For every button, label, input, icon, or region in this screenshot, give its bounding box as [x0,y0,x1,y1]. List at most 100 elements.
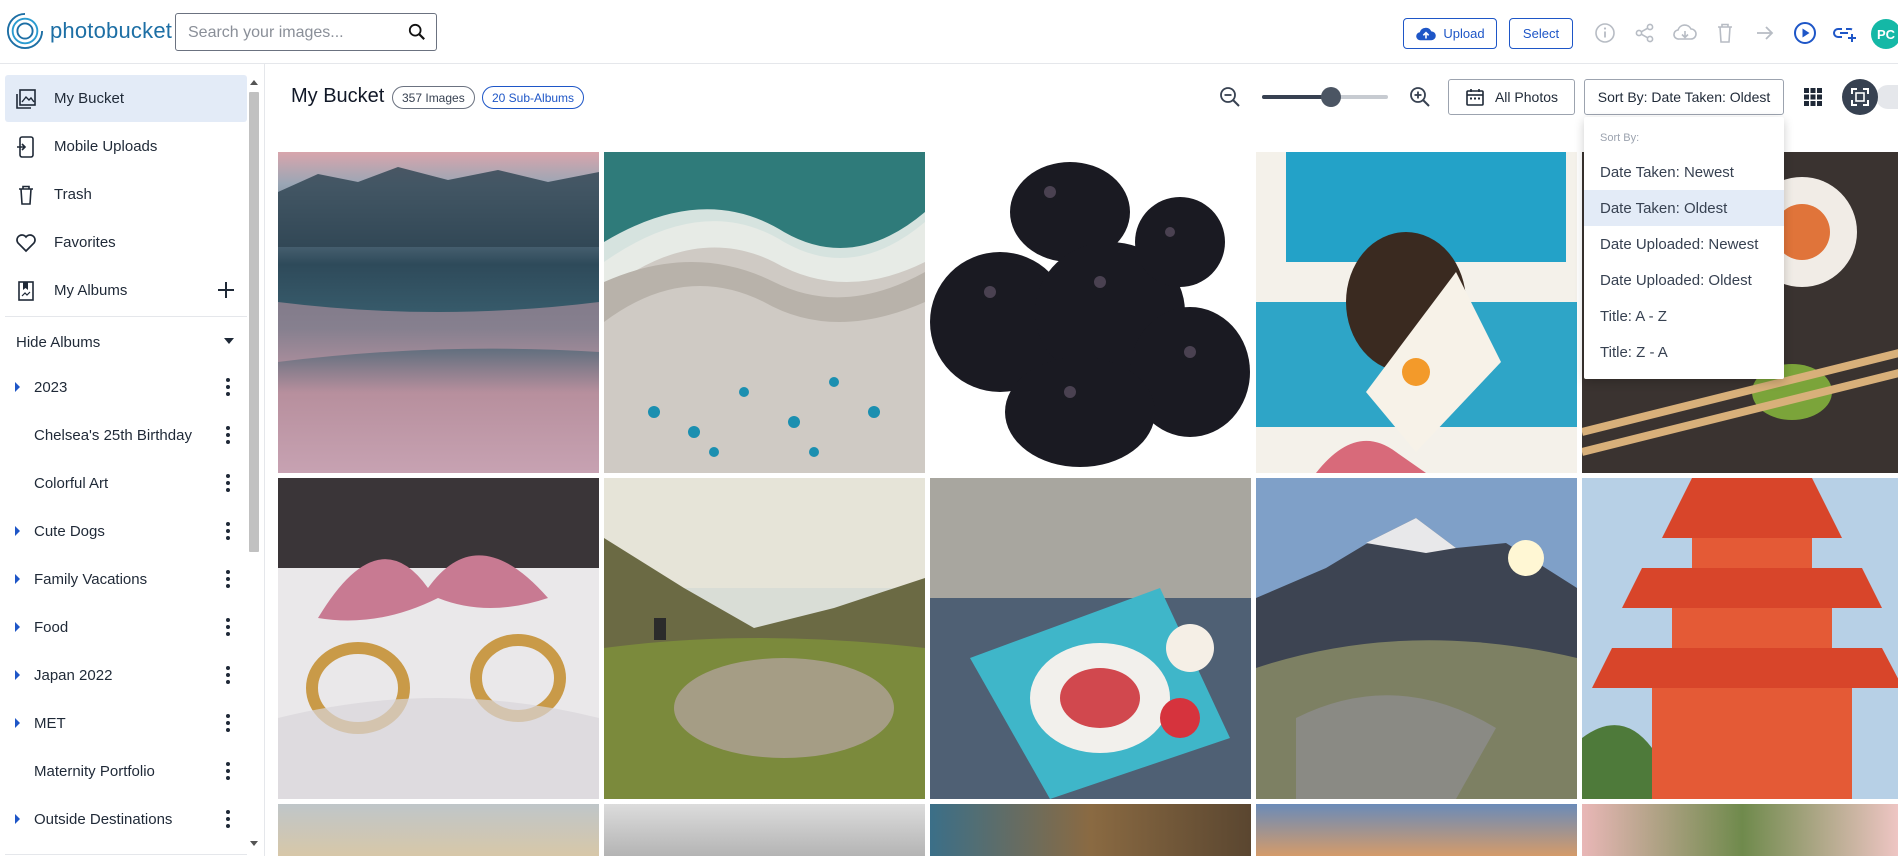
album-item-met[interactable]: MET [5,703,247,743]
more-options-icon[interactable] [224,425,232,445]
sort-option-date-uploaded-oldest[interactable]: Date Uploaded: Oldest [1584,262,1784,298]
sidebar-item-my-albums[interactable]: My Albums [5,267,247,314]
all-photos-label: All Photos [1494,89,1559,105]
photo-thumbnail[interactable] [1256,478,1577,799]
more-options-icon[interactable] [224,521,232,541]
calendar-icon [1466,89,1484,106]
sub-albums-badge[interactable]: 20 Sub-Albums [482,86,585,109]
album-name: Japan 2022 [34,666,113,684]
album-item-2023[interactable]: 2023 [5,367,247,407]
photo-thumbnail[interactable] [278,152,599,473]
expand-arrow-icon[interactable] [15,814,20,824]
album-item-food[interactable]: Food [5,607,247,647]
hide-albums-toggle[interactable]: Hide Albums [16,330,236,354]
album-item-outside-destinations[interactable]: Outside Destinations [5,799,247,839]
select-button[interactable]: Select [1509,18,1573,49]
heart-icon [14,231,38,255]
sort-option-title-z-a[interactable]: Title: Z - A [1584,334,1784,370]
album-name: Colorful Art [34,474,109,492]
more-options-icon[interactable] [224,473,232,493]
logo-text: photobucket [50,18,173,43]
photo-thumbnail[interactable] [604,804,925,856]
sidebar-scrollbar[interactable] [247,78,261,848]
more-options-icon[interactable] [224,665,232,685]
page-title: My Bucket [291,85,385,107]
search-input[interactable] [188,22,398,44]
sidebar-item-label: Mobile Uploads [54,138,158,155]
sidebar-divider [5,316,247,317]
expand-arrow-icon[interactable] [15,382,20,392]
more-options-icon[interactable] [224,617,232,637]
grid-view-icon[interactable] [1803,87,1823,107]
sort-button[interactable]: Sort By: Date Taken: Oldest [1584,79,1784,115]
sort-dropdown-header: Sort By: [1600,132,1640,144]
photo-thumbnail[interactable] [1256,804,1577,856]
expand-arrow-icon[interactable] [15,622,20,632]
sort-dropdown-menu: Sort By: Date Taken: Newest Date Taken: … [1584,117,1784,379]
share-icon[interactable] [1632,20,1658,46]
hide-albums-label: Hide Albums [16,333,101,351]
upload-button[interactable]: Upload [1403,18,1497,49]
album-name: Cute Dogs [34,522,105,540]
more-options-icon[interactable] [224,569,232,589]
sort-label: Sort By: Date Taken: Oldest [1597,89,1771,105]
photo-thumbnail[interactable] [1582,478,1898,799]
more-options-icon[interactable] [224,713,232,733]
cloud-download-icon[interactable] [1672,20,1698,46]
search-icon[interactable] [408,23,426,41]
sort-option-date-taken-oldest[interactable]: Date Taken: Oldest [1584,190,1784,226]
slideshow-play-icon[interactable] [1792,20,1818,46]
info-icon[interactable] [1592,20,1618,46]
cloud-upload-icon [1416,27,1437,40]
album-item-colorful-art[interactable]: Colorful Art [5,463,247,503]
arrow-right-icon[interactable] [1752,20,1778,46]
album-item-japan-2022[interactable]: Japan 2022 [5,655,247,695]
sidebar-item-label: My Bucket [54,90,125,107]
sidebar-item-my-bucket[interactable]: My Bucket [5,75,247,122]
photobucket-logo[interactable]: photobucket [6,12,172,50]
view-toggle[interactable] [1876,85,1898,109]
sidebar: My Bucket Mobile Uploads Trash Favorites… [0,64,265,856]
more-options-icon[interactable] [224,809,232,829]
sidebar-item-mobile-uploads[interactable]: Mobile Uploads [5,123,247,170]
sidebar-item-trash[interactable]: Trash [5,171,247,218]
scrollbar-thumb[interactable] [249,92,259,552]
expand-arrow-icon[interactable] [15,718,20,728]
album-item-family-vacations[interactable]: Family Vacations [5,559,247,599]
link-add-icon[interactable] [1832,20,1858,46]
photo-thumbnail[interactable] [1582,804,1898,856]
add-album-icon[interactable] [215,279,237,301]
photo-thumbnail[interactable] [278,478,599,799]
trash-icon [14,183,38,207]
photo-thumbnail[interactable] [930,804,1251,856]
more-options-icon[interactable] [224,761,232,781]
sort-option-title-a-z[interactable]: Title: A - Z [1584,298,1784,334]
avatar[interactable]: PC [1871,19,1898,49]
photo-thumbnail[interactable] [1256,152,1577,473]
sort-option-date-taken-newest[interactable]: Date Taken: Newest [1584,154,1784,190]
expand-arrow-icon[interactable] [15,526,20,536]
photo-thumbnail[interactable] [278,804,599,856]
sidebar-divider [5,854,247,855]
photo-thumbnail[interactable] [604,478,925,799]
expand-arrow-icon[interactable] [15,670,20,680]
photo-thumbnail[interactable] [604,152,925,473]
photo-thumbnail[interactable] [930,152,1251,473]
scroll-down-icon[interactable] [250,841,258,846]
album-item-chelseas-birthday[interactable]: Chelsea's 25th Birthday [5,415,247,455]
zoom-slider-handle[interactable] [1321,87,1342,107]
zoom-in-icon[interactable] [1409,86,1431,108]
trash-icon[interactable] [1712,20,1738,46]
album-item-maternity-portfolio[interactable]: Maternity Portfolio [5,751,247,791]
zoom-slider[interactable] [1262,87,1388,107]
scroll-up-icon[interactable] [250,80,258,85]
expand-arrow-icon[interactable] [15,574,20,584]
photo-thumbnail[interactable] [930,478,1251,799]
sort-option-date-uploaded-newest[interactable]: Date Uploaded: Newest [1584,226,1784,262]
sidebar-item-favorites[interactable]: Favorites [5,219,247,266]
fullscreen-button[interactable] [1842,79,1878,115]
album-item-cute-dogs[interactable]: Cute Dogs [5,511,247,551]
more-options-icon[interactable] [224,377,232,397]
all-photos-button[interactable]: All Photos [1448,79,1575,115]
zoom-out-icon[interactable] [1219,86,1241,108]
